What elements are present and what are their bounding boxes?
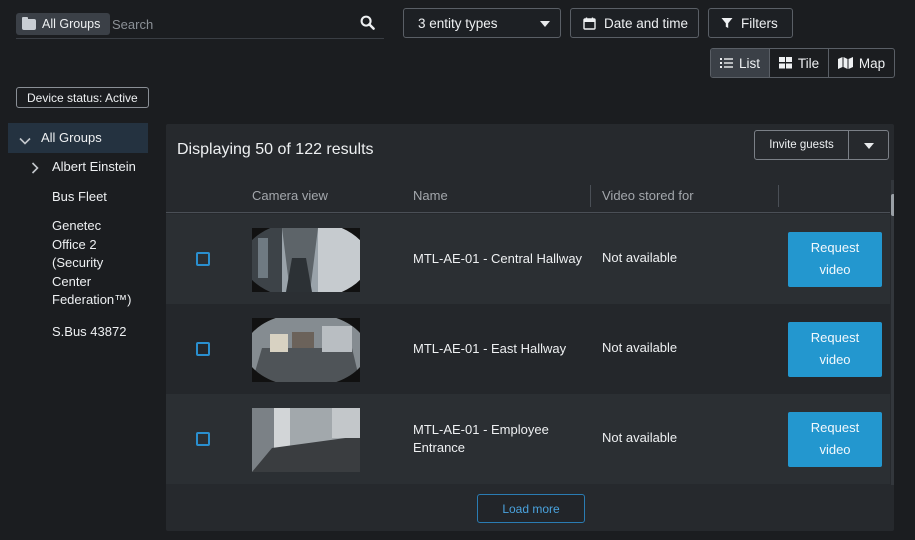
tree-item-genetec-office-2[interactable]: Genetec Office 2 (Security Center Federa…	[0, 217, 145, 310]
camera-name: MTL-AE-01 - East Hallway	[413, 341, 567, 356]
view-list-button[interactable]: List	[711, 49, 770, 77]
results-scrollbar-thumb[interactable]	[891, 194, 894, 216]
entity-types-dropdown[interactable]: 3 entity types	[403, 8, 561, 38]
chevron-right-icon[interactable]	[31, 161, 39, 180]
camera-name: MTL-AE-01 - Central Hallway	[413, 251, 583, 266]
column-header-camera-view: Camera view	[252, 188, 328, 203]
folder-icon	[22, 16, 36, 30]
table-row: MTL-AE-01 - East Hallway Not available R…	[166, 304, 890, 394]
filters-button[interactable]: Filters	[708, 8, 793, 38]
list-icon	[719, 57, 733, 69]
tree-item-label: Genetec Office 2 (Security Center Federa…	[52, 218, 132, 307]
load-more-button[interactable]: Load more	[477, 494, 585, 523]
tree-item-albert-einstein[interactable]: Albert Einstein	[0, 158, 150, 177]
tree-item-label: S.Bus 43872	[52, 324, 127, 339]
results-panel: Displaying 50 of 122 results Invite gues…	[166, 124, 894, 531]
table-row: MTL-AE-01 - Central Hallway Not availabl…	[166, 214, 890, 304]
chevron-down-icon	[540, 21, 550, 27]
device-status-filter-chip[interactable]: Device status: Active	[16, 87, 149, 108]
view-map-label: Map	[858, 55, 886, 71]
group-scope-chip[interactable]: All Groups	[16, 13, 111, 35]
date-time-label: Date and time	[604, 15, 689, 31]
results-scrollbar[interactable]	[891, 180, 894, 485]
filter-icon	[721, 17, 733, 29]
map-icon	[837, 57, 853, 69]
tree-item-sbus[interactable]: S.Bus 43872	[0, 323, 150, 342]
tree-item-all-groups[interactable]: All Groups	[8, 123, 148, 153]
view-map-button[interactable]: Map	[829, 49, 894, 77]
chevron-down-icon[interactable]	[19, 132, 31, 151]
view-mode-toggle: List Tile Map	[710, 48, 895, 78]
column-divider	[590, 185, 591, 207]
calendar-icon	[583, 17, 596, 30]
tree-item-label: All Groups	[41, 129, 102, 145]
column-header-name: Name	[413, 188, 448, 203]
entity-types-label: 3 entity types	[418, 15, 498, 31]
row-checkbox[interactable]	[196, 342, 210, 356]
search-input[interactable]	[112, 14, 352, 34]
request-video-button[interactable]: Request video	[788, 232, 882, 287]
date-time-button[interactable]: Date and time	[570, 8, 699, 38]
search-icon[interactable]	[360, 15, 376, 31]
tree-item-label: Albert Einstein	[52, 159, 136, 174]
column-divider	[778, 185, 779, 207]
invite-guests-dropdown-toggle[interactable]	[849, 131, 888, 159]
video-stored-value: Not available	[602, 340, 678, 355]
invite-guests-split-button: Invite guests	[754, 130, 889, 160]
row-checkbox[interactable]	[196, 252, 210, 266]
camera-thumbnail[interactable]	[252, 408, 360, 472]
column-header-video-stored: Video stored for	[602, 188, 694, 203]
view-tile-label: Tile	[797, 55, 820, 71]
view-list-label: List	[738, 55, 760, 71]
tree-item-label: Bus Fleet	[52, 189, 107, 204]
results-count-title: Displaying 50 of 122 results	[177, 141, 374, 158]
camera-name: MTL-AE-01 - Employee Entrance	[413, 422, 549, 455]
group-scope-label: All Groups	[42, 17, 101, 31]
filters-label: Filters	[741, 15, 778, 31]
camera-thumbnail[interactable]	[252, 318, 360, 382]
camera-thumbnail[interactable]	[252, 228, 360, 292]
video-stored-value: Not available	[602, 250, 678, 265]
table-row: MTL-AE-01 - Employee Entrance Not availa…	[166, 394, 890, 484]
tile-icon	[778, 57, 792, 69]
request-video-button[interactable]: Request video	[788, 322, 882, 377]
invite-guests-button[interactable]: Invite guests	[755, 131, 849, 159]
search-bar: All Groups	[16, 10, 384, 39]
table-header: Camera view Name Video stored for	[166, 180, 890, 213]
view-tile-button[interactable]: Tile	[770, 49, 829, 77]
tree-item-bus-fleet[interactable]: Bus Fleet	[0, 188, 150, 207]
video-stored-value: Not available	[602, 430, 678, 445]
row-checkbox[interactable]	[196, 432, 210, 446]
request-video-button[interactable]: Request video	[788, 412, 882, 467]
